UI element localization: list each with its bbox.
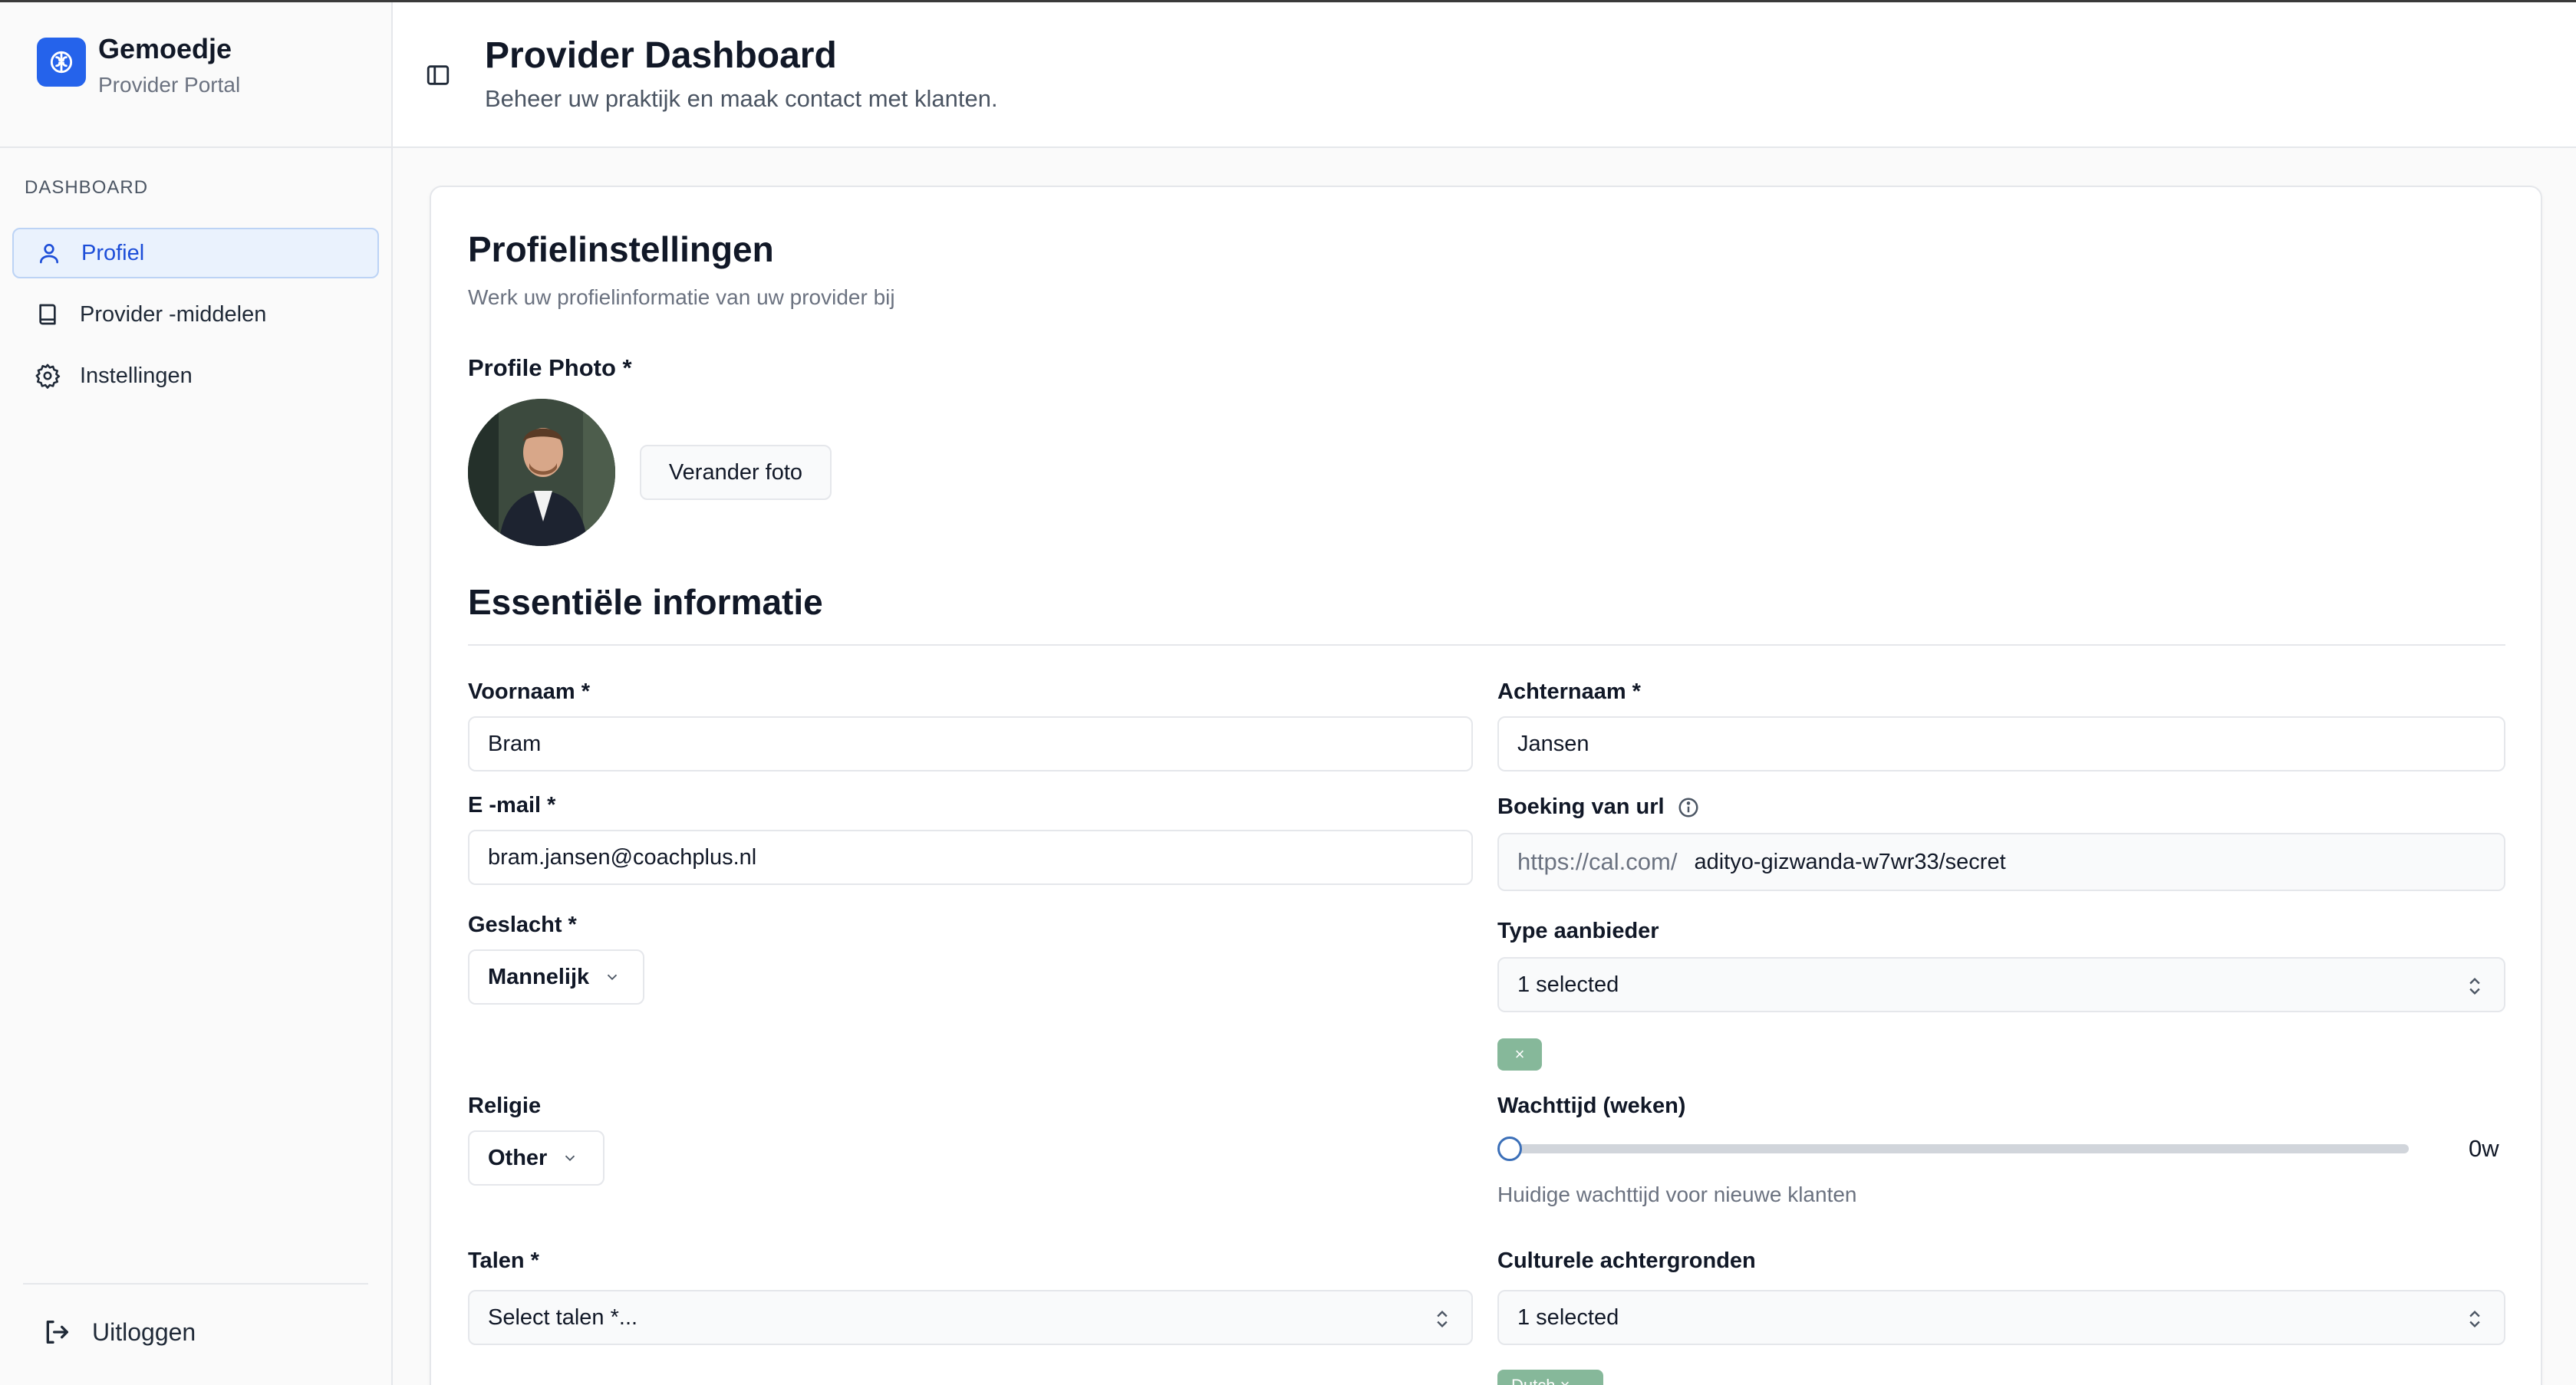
booking-url-value: adityo-gizwanda-w7wr33/secret bbox=[1694, 849, 2006, 874]
chevrons-up-down-icon bbox=[2464, 1308, 2485, 1330]
sidebar-toggle-icon[interactable] bbox=[425, 62, 451, 88]
sidebar-item-profiel[interactable]: Profiel bbox=[12, 228, 379, 278]
gender-label: Geslacht * bbox=[468, 913, 577, 937]
gender-value: Mannelijk bbox=[488, 964, 590, 989]
booking-url-prefix: https://cal.com/ bbox=[1517, 848, 1678, 875]
chevron-down-icon bbox=[603, 968, 621, 986]
booking-url-label-row: Boeking van url bbox=[1497, 794, 1700, 820]
chevrons-up-down-icon bbox=[2464, 975, 2485, 997]
waiting-time-help: Huidige wachttijd voor nieuwe klanten bbox=[1497, 1183, 1857, 1206]
page-header: Provider Dashboard Beheer uw praktijk en… bbox=[393, 2, 2576, 148]
provider-type-select[interactable]: 1 selected bbox=[1497, 957, 2505, 1012]
provider-type-value: 1 selected bbox=[1517, 972, 1619, 997]
photo-label: Profile Photo * bbox=[468, 354, 632, 381]
logout-icon bbox=[40, 1315, 74, 1349]
cultural-label: Culturele achtergronden bbox=[1497, 1248, 1756, 1273]
first-name-label: Voornaam * bbox=[468, 679, 591, 704]
brand-name: Gemoedje bbox=[98, 33, 232, 64]
brand: Gemoedje Provider Portal bbox=[0, 2, 391, 148]
provider-type-chip-remove[interactable]: × bbox=[1497, 1038, 1542, 1071]
cultural-select[interactable]: 1 selected bbox=[1497, 1290, 2505, 1345]
section-subtitle: Werk uw profielinformatie van uw provide… bbox=[468, 285, 895, 309]
provider-type-label: Type aanbieder bbox=[1497, 919, 1659, 943]
religion-select[interactable]: Other bbox=[468, 1130, 604, 1186]
last-name-field[interactable]: Jansen bbox=[1497, 716, 2505, 771]
first-name-field[interactable]: Bram bbox=[468, 716, 1473, 771]
nav-section-heading: DASHBOARD bbox=[25, 177, 149, 198]
cultural-chip[interactable]: Dutch × bbox=[1497, 1370, 1603, 1385]
change-photo-button[interactable]: Verander foto bbox=[640, 445, 832, 500]
waiting-time-slider-thumb[interactable] bbox=[1497, 1137, 1522, 1161]
section-title: Profielinstellingen bbox=[468, 229, 774, 269]
gear-icon bbox=[32, 360, 63, 391]
brand-subtitle: Provider Portal bbox=[98, 73, 241, 97]
brain-icon bbox=[37, 38, 86, 87]
sidebar-divider bbox=[23, 1283, 368, 1285]
sidebar-item-label: Provider -middelen bbox=[80, 301, 267, 327]
booking-url-field[interactable]: https://cal.com/ adityo-gizwanda-w7wr33/… bbox=[1497, 833, 2505, 891]
religion-value: Other bbox=[488, 1145, 548, 1170]
last-name-label: Achternaam * bbox=[1497, 679, 1641, 704]
waiting-time-slider-track[interactable] bbox=[1504, 1144, 2409, 1153]
info-icon[interactable] bbox=[1677, 796, 1700, 819]
email-label: E -mail * bbox=[468, 793, 556, 818]
waiting-time-label: Wachttijd (weken) bbox=[1497, 1094, 1686, 1118]
waiting-time-value: 0w bbox=[2469, 1135, 2499, 1162]
avatar bbox=[468, 399, 615, 546]
email-field[interactable]: bram.jansen@coachplus.nl bbox=[468, 830, 1473, 885]
section-divider bbox=[468, 644, 2505, 646]
sidebar-item-label: Profiel bbox=[81, 240, 145, 265]
book-icon bbox=[32, 299, 63, 330]
user-icon bbox=[34, 238, 64, 268]
religion-label: Religie bbox=[468, 1094, 542, 1118]
cultural-value: 1 selected bbox=[1517, 1304, 1619, 1330]
gender-select[interactable]: Mannelijk bbox=[468, 949, 644, 1005]
logout-button[interactable]: Uitloggen bbox=[40, 1315, 196, 1349]
sidebar-item-instellingen[interactable]: Instellingen bbox=[12, 350, 379, 401]
logout-label: Uitloggen bbox=[92, 1318, 196, 1346]
booking-url-label: Boeking van url bbox=[1497, 794, 1665, 819]
languages-placeholder: Select talen *... bbox=[488, 1304, 638, 1330]
sidebar-item-label: Instellingen bbox=[80, 363, 193, 388]
languages-select[interactable]: Select talen *... bbox=[468, 1290, 1473, 1345]
profile-card: Profielinstellingen Werk uw profielinfor… bbox=[430, 186, 2542, 1385]
page-subtitle: Beheer uw praktijk en maak contact met k… bbox=[485, 85, 998, 112]
page-title: Provider Dashboard bbox=[485, 35, 837, 76]
essential-info-title: Essentiële informatie bbox=[468, 582, 823, 622]
chevron-down-icon bbox=[561, 1149, 579, 1167]
sidebar-item-provider-middelen[interactable]: Provider -middelen bbox=[12, 289, 379, 340]
chevrons-up-down-icon bbox=[1431, 1308, 1453, 1330]
languages-label: Talen * bbox=[468, 1248, 539, 1273]
sidebar: Gemoedje Provider Portal DASHBOARD Profi… bbox=[0, 2, 393, 1385]
